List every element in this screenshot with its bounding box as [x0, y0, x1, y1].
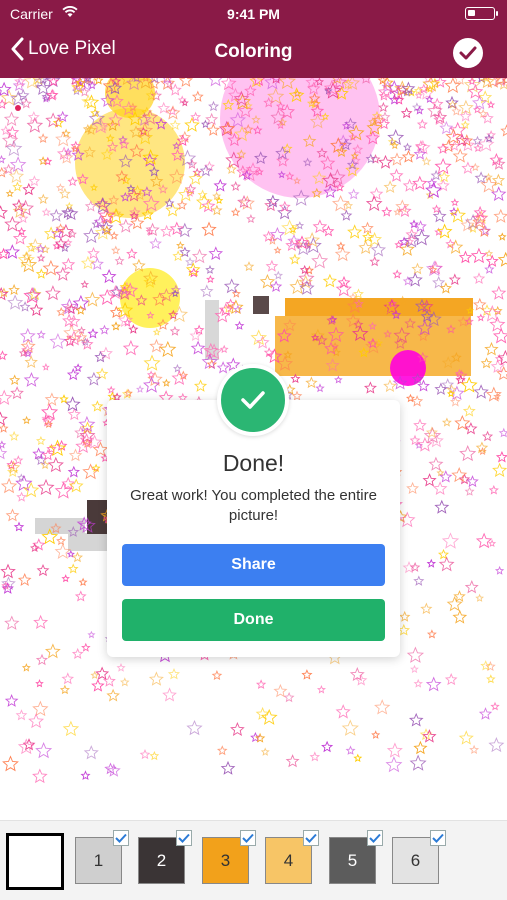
battery-icon [465, 7, 498, 20]
completed-check-icon [113, 830, 129, 846]
completed-check-icon [176, 830, 192, 846]
swatch-5[interactable]: 5 [329, 830, 383, 884]
completed-check-icon [240, 830, 256, 846]
navigation-bar: Love Pixel Coloring [0, 28, 507, 78]
completion-dialog: Done! Great work! You completed the enti… [107, 400, 400, 657]
success-badge [217, 364, 289, 436]
swatch-3[interactable]: 3 [202, 830, 256, 884]
back-label: Love Pixel [28, 38, 116, 59]
completed-check-icon [430, 830, 446, 846]
status-bar: Carrier 9:41 PM [0, 0, 507, 28]
done-button[interactable]: Done [122, 599, 385, 641]
share-button[interactable]: Share [122, 544, 385, 586]
completed-check-icon [303, 830, 319, 846]
color-palette: 1 2 3 4 5 6 [0, 820, 507, 900]
swatch-6[interactable]: 6 [392, 830, 446, 884]
dialog-title: Done! [222, 450, 285, 476]
status-time: 9:41 PM [227, 6, 280, 22]
swatch-number: 5 [347, 850, 358, 870]
swatch-number: 6 [410, 850, 421, 870]
chevron-left-icon [11, 37, 24, 61]
back-button[interactable]: Love Pixel [10, 37, 116, 61]
checkmark-icon [241, 391, 265, 409]
swatch-selected[interactable] [6, 833, 64, 890]
dialog-message: Great work! You completed the entire pic… [130, 487, 377, 524]
swatch-2[interactable]: 2 [138, 830, 192, 884]
swatch-number: 2 [156, 850, 167, 870]
swatch-4[interactable]: 4 [265, 830, 319, 884]
swatch-number: 1 [93, 850, 104, 870]
complete-button[interactable] [453, 38, 483, 68]
completed-check-icon [367, 830, 383, 846]
swatch-number: 3 [220, 850, 231, 870]
swatch-number: 4 [283, 850, 294, 870]
checkmark-icon [459, 46, 477, 60]
swatch-1[interactable]: 1 [75, 830, 129, 884]
